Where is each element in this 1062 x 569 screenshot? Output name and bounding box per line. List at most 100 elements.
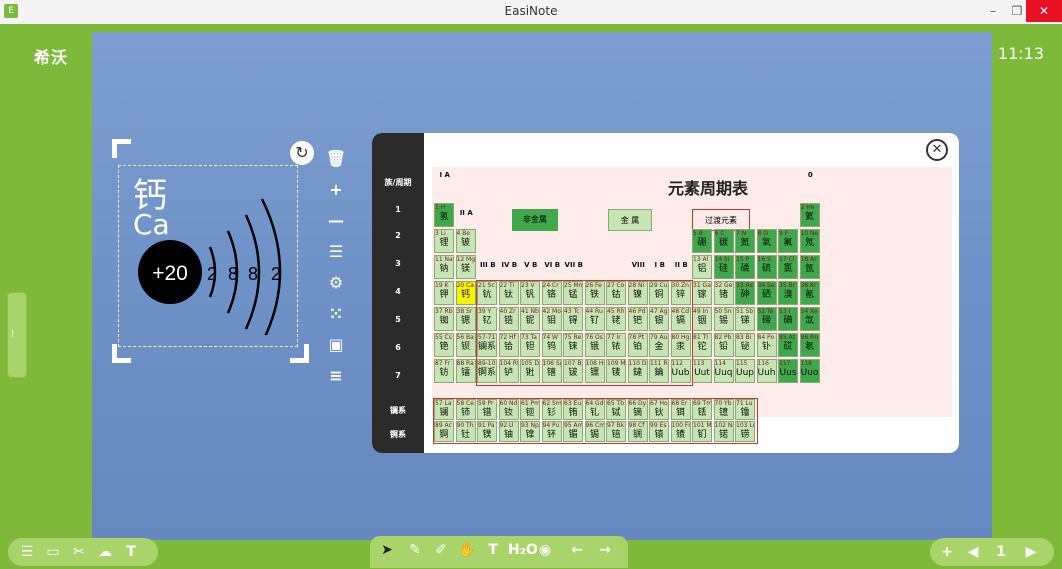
element-cell[interactable]: 38 Sr 锶 — [455, 307, 476, 331]
element-cell[interactable]: 2 He 氦 — [799, 203, 820, 227]
element-cell[interactable]: 52 Te 碲 — [756, 307, 777, 331]
dots-icon[interactable]: ⁙ — [322, 301, 350, 327]
element-number: 10 Ne — [800, 230, 819, 237]
cloud-icon[interactable]: ☁ — [94, 542, 116, 562]
shell-count-1: 2 — [207, 264, 217, 284]
element-cell[interactable]: 14 Si 硅 — [713, 255, 734, 279]
add-icon[interactable]: + — [322, 177, 350, 203]
element-cell[interactable]: 18 Ar 氩 — [799, 255, 820, 279]
resize-handle-bottom-left[interactable] — [112, 344, 131, 363]
element-cell[interactable]: 37 Rb 铷 — [434, 307, 454, 331]
add-page-icon[interactable]: + — [936, 542, 958, 562]
resize-handle-bottom-right[interactable] — [290, 344, 309, 363]
element-cell[interactable]: 32 Ge 锗 — [713, 281, 734, 305]
rotate-icon[interactable]: ↻ — [290, 141, 314, 165]
legend-metal: 金 属 — [608, 209, 652, 231]
tools-icon[interactable]: ✂ — [68, 542, 90, 562]
element-cell[interactable]: 116 Uuh — [756, 359, 777, 383]
element-cell[interactable]: 31 Ga 镓 — [692, 281, 712, 305]
redo-icon[interactable]: → — [594, 540, 616, 560]
element-cell[interactable]: 13 Al 铝 — [692, 255, 712, 279]
element-number: 86 Rn — [800, 334, 819, 341]
element-name: 硼 — [697, 238, 707, 248]
element-cell[interactable]: 11 Na 钠 — [434, 255, 454, 279]
menu-icon[interactable]: ☰ — [16, 542, 38, 562]
prev-page-icon[interactable]: ◀ — [962, 542, 984, 562]
element-cell[interactable]: 36 Kr 氪 — [799, 281, 820, 305]
element-name: 锡 — [718, 316, 728, 326]
copy-icon[interactable]: ▣ — [322, 332, 350, 358]
element-cell[interactable]: 34 Se 硒 — [756, 281, 777, 305]
element-cell[interactable]: 9 F氟 — [778, 229, 798, 253]
element-cell[interactable]: 7 N氮 — [735, 229, 755, 253]
text-align-icon[interactable]: ☰ — [322, 239, 350, 265]
element-cell[interactable]: 6 C碳 — [713, 229, 734, 253]
element-cell[interactable]: 84 Po 钋 — [756, 333, 777, 357]
element-cell[interactable]: 82 Pb 铅 — [713, 333, 734, 357]
element-cell[interactable]: 4 Be 铍 — [455, 229, 476, 253]
formula-icon[interactable]: H₂O — [508, 540, 538, 560]
element-cell[interactable]: 54 Xe 氙 — [799, 307, 820, 331]
periodic-table-panel: 族/周期 1 2 3 4 5 6 7 镧系 锕系 ✕ 元素周期表 非金属 金 属… — [372, 133, 959, 453]
delete-icon[interactable]: 🗑 — [322, 146, 350, 172]
element-cell[interactable]: 15 P磷 — [735, 255, 755, 279]
pen-icon[interactable]: ✎ — [404, 540, 426, 560]
element-cell[interactable]: 20 Ca 钙 — [455, 281, 476, 305]
audio-icon[interactable]: ◉ — [534, 540, 556, 560]
hand-icon[interactable]: ✋ — [456, 540, 478, 560]
element-cell[interactable]: 113 Uut — [692, 359, 712, 383]
minus-icon[interactable]: — — [322, 208, 350, 234]
close-button[interactable]: ✕ — [1026, 0, 1062, 22]
element-cell[interactable]: 16 S硫 — [756, 255, 777, 279]
element-cell[interactable]: 117 Uus — [778, 359, 798, 383]
element-cell[interactable]: 115 Uup — [735, 359, 755, 383]
element-cell[interactable]: 55 Cs 铯 — [434, 333, 454, 357]
menu-icon[interactable]: ≡ — [322, 363, 350, 389]
element-cell[interactable]: 86 Rn 氡 — [799, 333, 820, 357]
side-panel-handle[interactable]: ⁞ — [7, 292, 27, 378]
element-cell[interactable]: 17 Cl 氯 — [778, 255, 798, 279]
brand-logo: 希沃 — [34, 48, 69, 67]
highlighter-icon[interactable]: ✐ — [430, 540, 452, 560]
page-number-icon[interactable]: 1 — [990, 542, 1012, 562]
text-tool-icon[interactable]: T — [120, 542, 142, 562]
shell-count-3: 8 — [248, 264, 258, 284]
minimize-button[interactable]: – — [980, 0, 1006, 22]
element-name: 氖 — [804, 238, 814, 248]
element-cell[interactable]: 12 Mg 镁 — [455, 255, 476, 279]
atom-model: +20 2 8 8 2 — [138, 198, 282, 335]
element-cell[interactable]: 85 At 砹 — [778, 333, 798, 357]
element-cell[interactable]: 88 Ra 镭 — [455, 359, 476, 383]
element-number: 118 — [800, 360, 812, 367]
element-cell[interactable]: 49 In 铟 — [692, 307, 712, 331]
element-cell[interactable]: 3 Li 锂 — [434, 229, 454, 253]
undo-icon[interactable]: ← — [566, 540, 588, 560]
element-cell[interactable]: 118 Uuo — [799, 359, 820, 383]
settings-icon[interactable]: ⚙ — [322, 270, 350, 296]
element-cell[interactable]: 1 H氢 — [434, 203, 454, 227]
element-cell[interactable]: 5 B硼 — [692, 229, 712, 253]
close-icon[interactable]: ✕ — [926, 139, 948, 161]
pointer-icon[interactable]: ➤ — [376, 540, 398, 560]
resize-handle-top-left[interactable] — [112, 139, 131, 158]
element-cell[interactable]: 87 Fr 钫 — [434, 359, 454, 383]
element-cell[interactable]: 53 I碘 — [778, 307, 798, 331]
element-name: 氩 — [804, 264, 814, 274]
element-cell[interactable]: 8 O氧 — [756, 229, 777, 253]
element-cell[interactable]: 83 Bi 铋 — [735, 333, 755, 357]
element-cell[interactable]: 35 Br 溴 — [778, 281, 798, 305]
element-cell[interactable]: 19 K钾 — [434, 281, 454, 305]
next-page-icon[interactable]: ▶ — [1020, 542, 1042, 562]
element-number: 82 Pb — [714, 334, 732, 341]
screen-icon[interactable]: ▭ — [42, 542, 64, 562]
element-cell[interactable]: 51 Sb 锑 — [735, 307, 755, 331]
element-number: 31 Ga — [693, 282, 711, 289]
element-cell[interactable]: 114 Uuq — [713, 359, 734, 383]
element-cell[interactable]: 50 Sn 锡 — [713, 307, 734, 331]
text-icon[interactable]: T — [482, 540, 504, 560]
element-cell[interactable]: 33 As 砷 — [735, 281, 755, 305]
element-cell[interactable]: 56 Ba 钡 — [455, 333, 476, 357]
element-cell[interactable]: 10 Ne 氖 — [799, 229, 820, 253]
element-number: 32 Ge — [714, 282, 733, 289]
element-cell[interactable]: 81 Tl 铊 — [692, 333, 712, 357]
